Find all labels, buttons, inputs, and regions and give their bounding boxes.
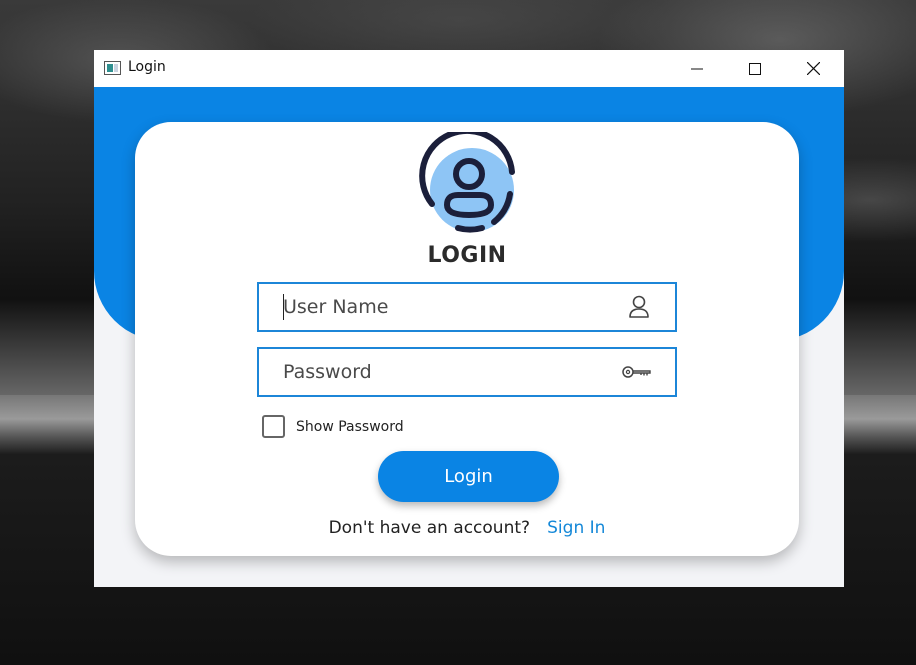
minimize-icon (691, 68, 703, 69)
username-input[interactable] (283, 284, 603, 330)
show-password-checkbox[interactable] (262, 415, 285, 438)
title-bar[interactable]: Login (94, 50, 844, 87)
login-button[interactable]: Login (378, 451, 559, 502)
show-password-label: Show Password (296, 418, 404, 435)
password-input[interactable] (283, 349, 603, 395)
key-icon (621, 360, 653, 384)
minimize-button[interactable] (674, 50, 720, 87)
maximize-button[interactable] (732, 50, 778, 87)
user-avatar-icon (419, 132, 515, 233)
window-title: Login (128, 59, 166, 75)
password-field[interactable] (257, 347, 677, 397)
show-password-toggle[interactable]: Show Password (262, 415, 404, 438)
login-heading: LOGIN (427, 243, 507, 268)
login-card: LOGIN Show Password (135, 122, 799, 556)
login-window: Login LOGIN User Name Show Password Logi… (94, 50, 844, 587)
signup-prompt: Don't have an account? (328, 518, 531, 538)
maximize-icon (749, 62, 761, 75)
close-icon (806, 62, 820, 75)
user-icon (625, 295, 653, 319)
sign-in-link[interactable]: Sign In (547, 518, 605, 538)
signup-row: Don't have an account? Sign In (135, 518, 799, 538)
close-button[interactable] (790, 50, 836, 87)
username-field[interactable] (257, 282, 677, 332)
app-window-icon (104, 61, 121, 75)
